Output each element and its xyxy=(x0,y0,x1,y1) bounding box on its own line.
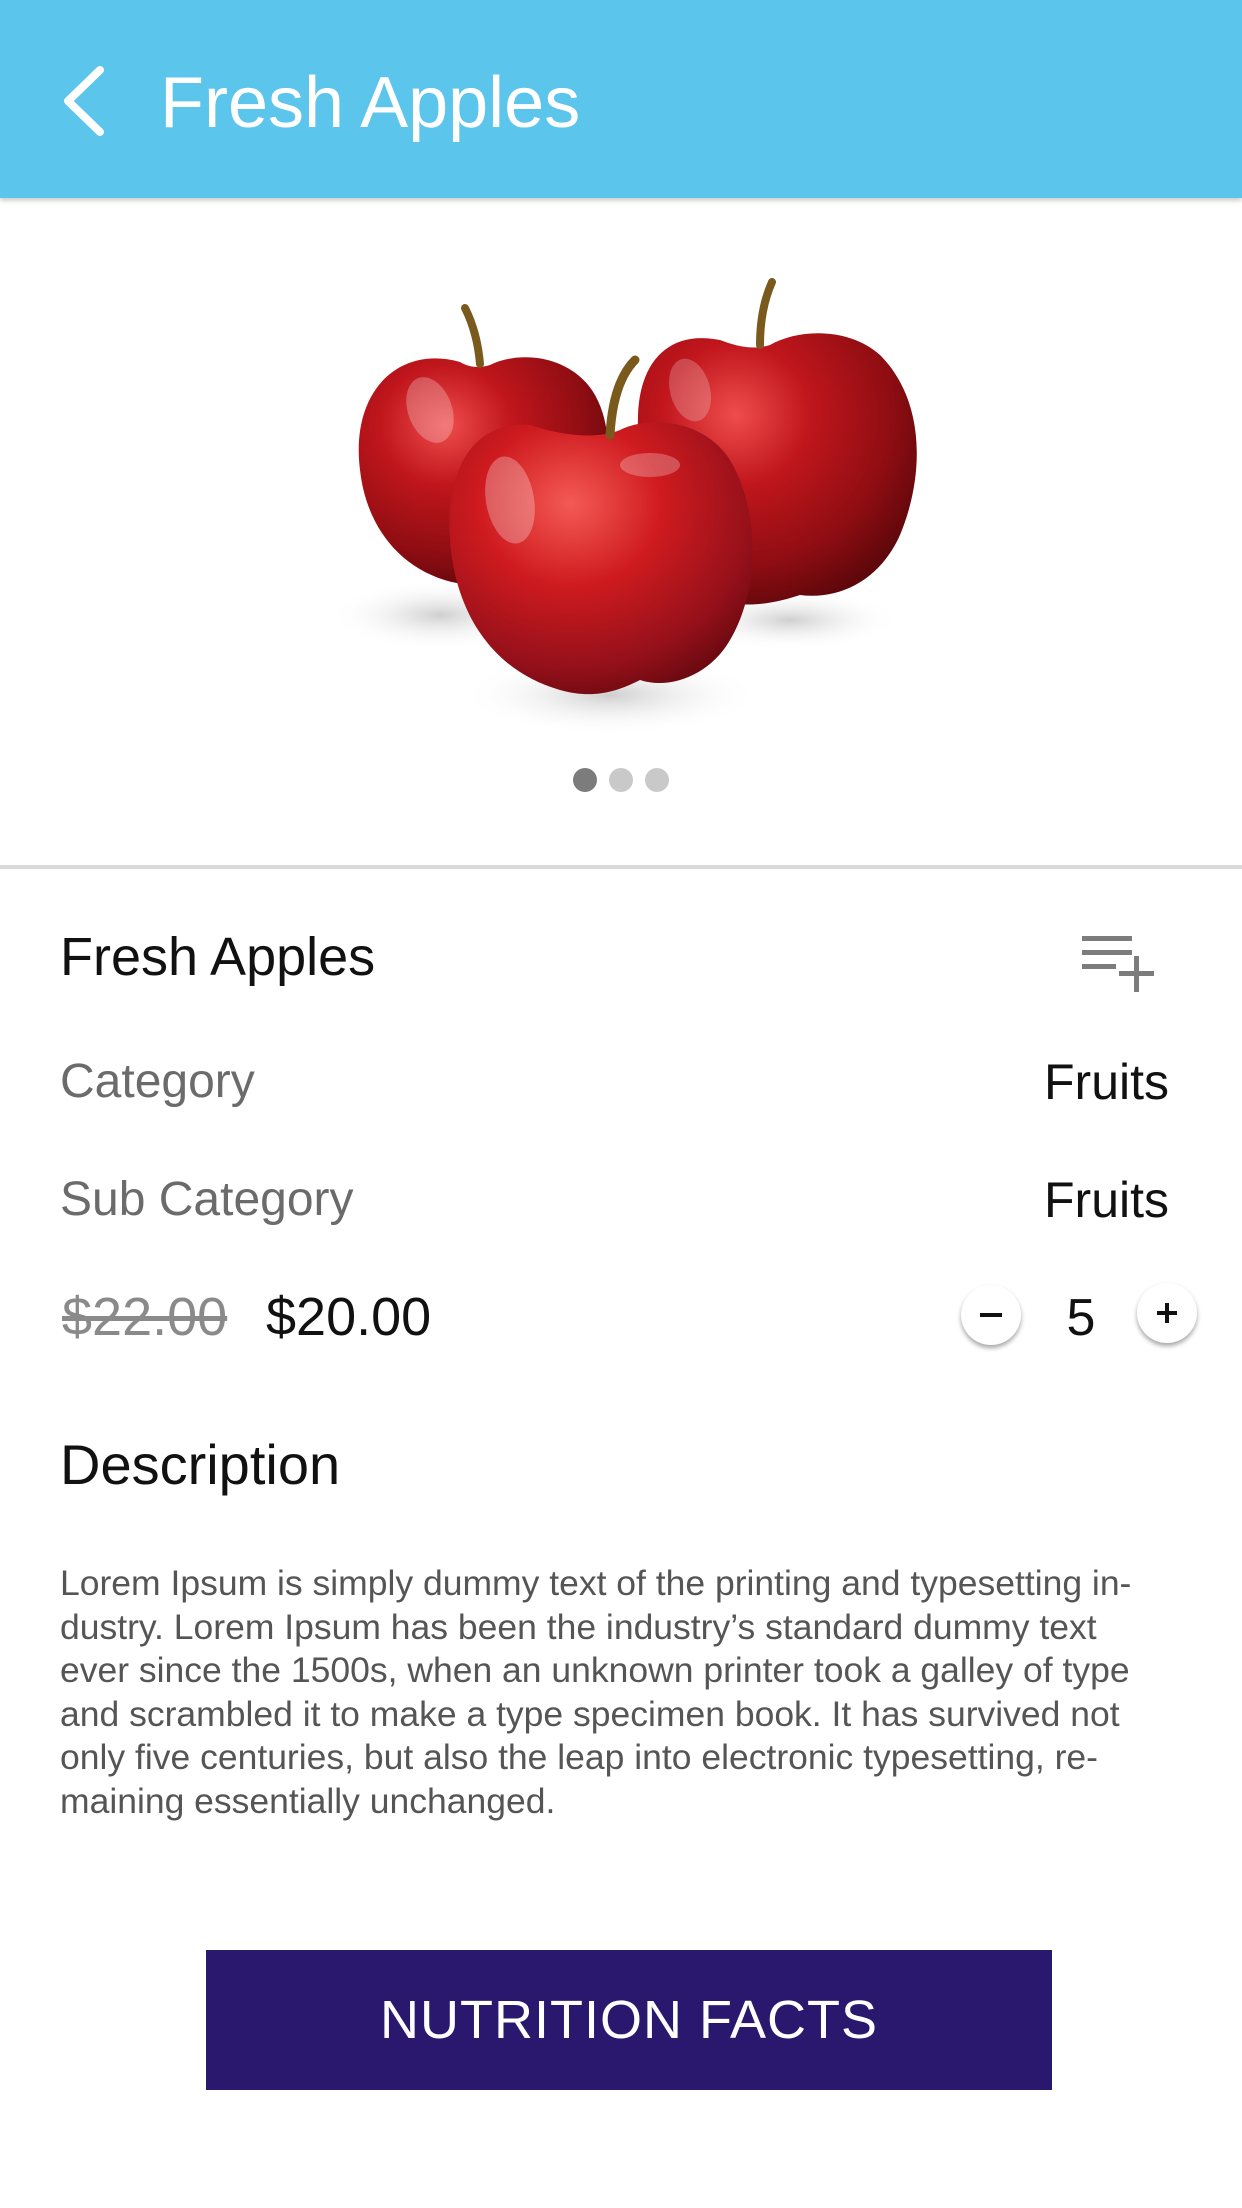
increase-quantity-button[interactable] xyxy=(1137,1283,1197,1343)
back-button[interactable] xyxy=(52,56,122,146)
nutrition-facts-button[interactable]: NUTRITION FACTS xyxy=(206,1950,1052,2090)
product-name: Fresh Apples xyxy=(60,927,376,987)
playlist-add-icon xyxy=(1082,936,1154,992)
description-line: only five centuries, but also the leap i… xyxy=(60,1737,1098,1777)
product-image-carousel[interactable] xyxy=(0,200,1242,868)
section-divider xyxy=(0,865,1242,869)
description-line: maining essentially unchanged. xyxy=(60,1780,556,1821)
apples-illustration xyxy=(330,278,917,735)
product-detail-screen: Fresh Apples Fresh Apples Category Fruit… xyxy=(0,0,1242,2208)
product-image xyxy=(320,250,940,740)
description-text: Lorem Ipsum is simply dummy text of the … xyxy=(60,1562,1180,1823)
subcategory-value: Fruits xyxy=(1044,1172,1169,1228)
carousel-pagination xyxy=(0,768,1242,794)
plus-icon xyxy=(1157,1303,1177,1323)
sale-price: $20.00 xyxy=(266,1287,432,1347)
minus-icon xyxy=(980,1313,1002,1317)
decrease-quantity-button[interactable] xyxy=(961,1285,1021,1345)
category-value: Fruits xyxy=(1044,1054,1169,1110)
quantity-value: 5 xyxy=(1066,1289,1096,1347)
description-heading: Description xyxy=(60,1433,341,1496)
original-price: $22.00 xyxy=(62,1287,228,1347)
description-line: dustry. Lorem Ipsum has been the industr… xyxy=(60,1606,1097,1647)
add-to-list-button[interactable] xyxy=(1076,928,1168,998)
page-title: Fresh Apples xyxy=(160,63,581,143)
carousel-dot-3[interactable] xyxy=(645,768,669,792)
description-line: Lorem Ipsum is simply dummy text of the … xyxy=(60,1563,1132,1603)
chevron-left-icon xyxy=(64,66,104,136)
description-line: ever since the 1500s, when an unknown pr… xyxy=(60,1650,1130,1690)
carousel-dot-2[interactable] xyxy=(609,768,633,792)
app-bar: Fresh Apples xyxy=(0,0,1242,198)
carousel-dot-1[interactable] xyxy=(573,768,597,792)
subcategory-label: Sub Category xyxy=(60,1173,354,1226)
category-label: Category xyxy=(60,1055,255,1108)
description-line: and scrambled it to make a type specimen… xyxy=(60,1693,1120,1734)
